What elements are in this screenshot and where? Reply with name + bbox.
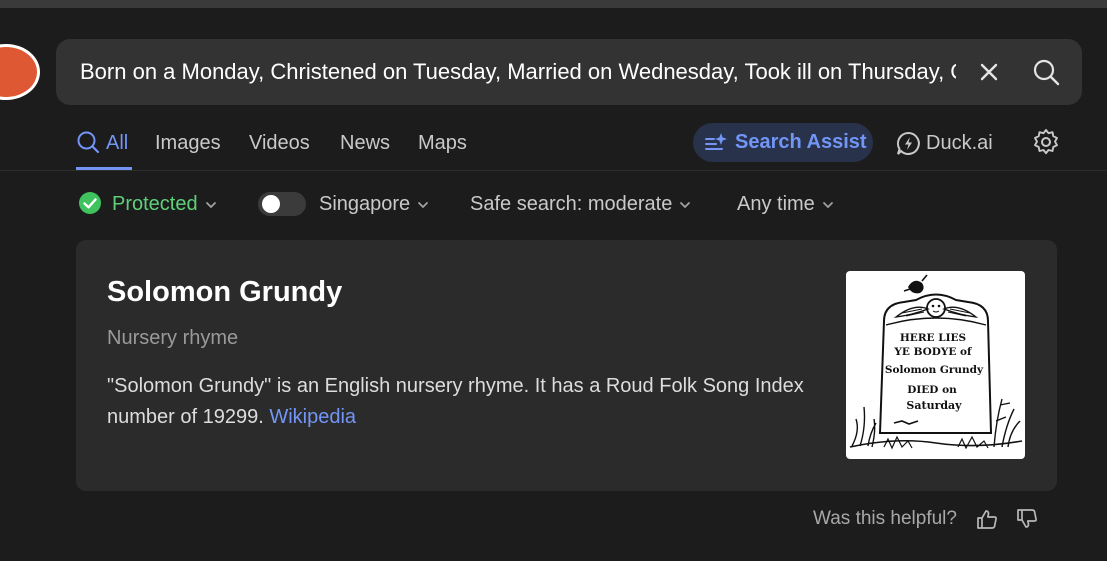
header-divider: [0, 170, 1107, 171]
clear-icon[interactable]: [976, 59, 1002, 85]
sparkle-icon: [705, 133, 727, 150]
tombstone-illustration: HERE LIES YE BODYE of Solomon Grundy DIE…: [849, 274, 1023, 450]
toggle-knob: [262, 195, 280, 213]
panel-title: Solomon Grundy: [107, 276, 343, 308]
tombstone-line-3: Solomon Grundy: [885, 364, 984, 376]
tab-images[interactable]: Images: [155, 128, 221, 158]
time-filter[interactable]: Any time: [737, 190, 835, 218]
region-toggle[interactable]: [258, 192, 306, 216]
knowledge-panel: Solomon Grundy Nursery rhyme "Solomon Gr…: [76, 240, 1057, 491]
protection-label: Protected: [112, 193, 198, 215]
feedback-question: Was this helpful?: [813, 508, 957, 529]
chevron-down-icon: [418, 201, 429, 208]
thumbs-up-icon[interactable]: [976, 508, 998, 530]
tombstone-line-5: Saturday: [906, 399, 962, 412]
chevron-down-icon: [822, 201, 833, 208]
tombstone-line-1: HERE LIES: [900, 332, 966, 344]
tab-all[interactable]: All: [106, 128, 128, 158]
search-assist-button[interactable]: Search Assist: [693, 123, 873, 162]
panel-description: "Solomon Grundy" is an English nursery r…: [107, 371, 807, 433]
chevron-down-icon: [680, 201, 691, 208]
tombstone-line-4: DIED on: [907, 384, 957, 396]
window-top-strip: [0, 0, 1107, 8]
safe-search-label: Safe search: moderate: [470, 193, 673, 215]
gear-icon[interactable]: [1032, 128, 1060, 156]
search-input[interactable]: Born on a Monday, Christened on Tuesday,…: [80, 39, 956, 105]
wikipedia-link[interactable]: Wikipedia: [269, 406, 356, 428]
panel-subtitle: Nursery rhyme: [107, 327, 239, 349]
thumbs-down-icon[interactable]: [1016, 508, 1038, 530]
region-label: Singapore: [319, 193, 411, 215]
duckduckgo-logo[interactable]: [0, 44, 40, 100]
search-bar: Born on a Monday, Christened on Tuesday,…: [56, 39, 1082, 105]
tombstone-line-2: YE BODYE of: [893, 346, 973, 358]
description-text: "Solomon Grundy" is an English nursery r…: [107, 375, 804, 428]
time-label: Any time: [737, 193, 815, 215]
tab-news[interactable]: News: [340, 128, 390, 158]
region-filter[interactable]: Singapore: [319, 190, 430, 218]
tab-maps[interactable]: Maps: [418, 128, 467, 158]
search-tab-icon: [77, 131, 100, 154]
search-icon[interactable]: [1031, 57, 1061, 87]
tab-videos[interactable]: Videos: [249, 128, 310, 158]
safe-search-filter[interactable]: Safe search: moderate: [470, 190, 692, 218]
check-shield-icon: [79, 192, 101, 215]
chat-icon: [896, 131, 920, 155]
protection-filter[interactable]: Protected: [78, 190, 218, 218]
tombstone-image[interactable]: HERE LIES YE BODYE of Solomon Grundy DIE…: [846, 271, 1025, 459]
search-assist-label: Search Assist: [735, 131, 867, 153]
chevron-down-icon: [205, 201, 216, 208]
duck-ai-label: Duck.ai: [926, 132, 993, 154]
